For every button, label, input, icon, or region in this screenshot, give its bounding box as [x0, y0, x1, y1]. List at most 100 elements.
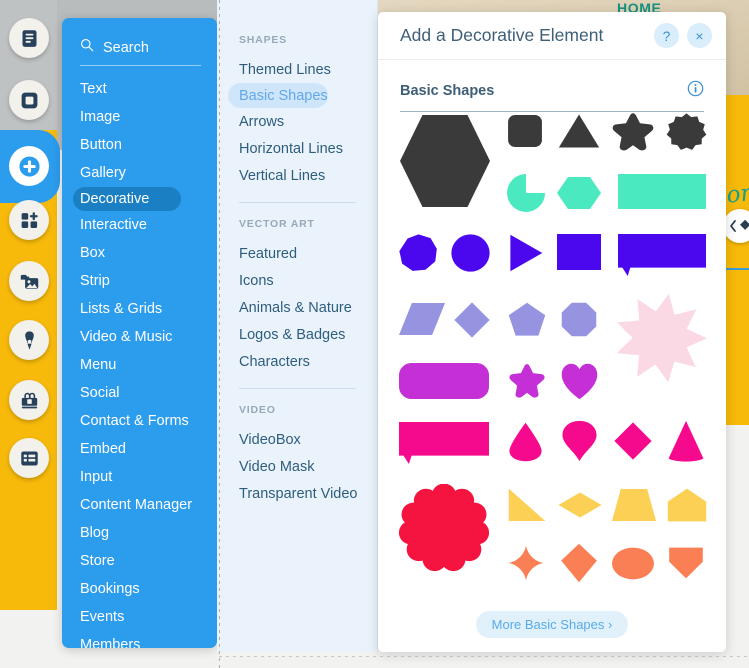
- shape-pentagon[interactable]: [508, 302, 546, 337]
- flyout-item-button[interactable]: Button: [62, 131, 217, 159]
- shape-pac-circle[interactable]: [507, 174, 545, 212]
- shape-ellipse-coral[interactable]: [612, 547, 654, 580]
- shape-hexagon-small[interactable]: [557, 176, 601, 210]
- shape-parallelogram[interactable]: [399, 302, 445, 336]
- shape-play-triangle[interactable]: [509, 234, 543, 272]
- flyout-item-video-music[interactable]: Video & Music: [62, 323, 217, 351]
- shape-triangle[interactable]: [558, 113, 600, 149]
- flyout-item-label: Bookings: [80, 581, 140, 597]
- star-magenta-glyph: [509, 364, 545, 398]
- plus-icon: [18, 155, 40, 177]
- flyout-item-text[interactable]: Text: [62, 75, 217, 103]
- shape-speech-bubble-pink[interactable]: [399, 422, 489, 464]
- shape-pin-pink[interactable]: [561, 420, 598, 462]
- shape-four-point-star[interactable]: [508, 545, 544, 581]
- shape-kite-coral[interactable]: [560, 543, 598, 583]
- search-input[interactable]: [103, 39, 201, 56]
- category-item-transparent-video[interactable]: Transparent Video: [239, 480, 377, 507]
- shape-hexagon-large[interactable]: [400, 112, 490, 210]
- category-item-characters[interactable]: Characters: [239, 348, 377, 375]
- flyout-item-social[interactable]: Social: [62, 379, 217, 407]
- flyout-item-image[interactable]: Image: [62, 103, 217, 131]
- category-item-horizontal-lines[interactable]: Horizontal Lines: [239, 135, 377, 162]
- circle-blue-glyph: [451, 234, 490, 272]
- close-button[interactable]: ×: [687, 23, 712, 48]
- flyout-item-store[interactable]: Store: [62, 547, 217, 575]
- flyout-item-events[interactable]: Events: [62, 603, 217, 631]
- shape-diamond-peri[interactable]: [454, 302, 490, 338]
- category-item-featured[interactable]: Featured: [239, 240, 377, 267]
- hexagon-large-glyph: [400, 114, 490, 208]
- rail-item-blog[interactable]: [9, 320, 49, 360]
- shape-diamond-pink[interactable]: [614, 422, 652, 460]
- shape-octagon[interactable]: [561, 302, 597, 337]
- category-item-label: Featured: [239, 245, 298, 262]
- flyout-item-contact-forms[interactable]: Contact & Forms: [62, 407, 217, 435]
- shape-house-gold[interactable]: [667, 488, 707, 522]
- flyout-item-lists-grids[interactable]: Lists & Grids: [62, 295, 217, 323]
- shape-rounded-square[interactable]: [507, 114, 543, 148]
- shape-rounded-rect-mag[interactable]: [399, 363, 489, 399]
- droplet-pink-glyph: [509, 422, 542, 462]
- category-item-icons[interactable]: Icons: [239, 267, 377, 294]
- shape-star-magenta[interactable]: [508, 363, 546, 399]
- shape-cone-pink[interactable]: [667, 420, 705, 462]
- search-row[interactable]: [80, 38, 201, 66]
- flyout-item-interactive[interactable]: Interactive: [62, 211, 217, 239]
- rail-item-layout[interactable]: [9, 80, 49, 120]
- flyout-item-members[interactable]: Members: [62, 631, 217, 648]
- category-item-basic-shapes[interactable]: Basic Shapes: [228, 83, 328, 108]
- flyout-item-input[interactable]: Input: [62, 463, 217, 491]
- help-button[interactable]: ?: [654, 23, 679, 48]
- trapezoid-gold-glyph: [612, 489, 656, 521]
- category-item-video-mask[interactable]: Video Mask: [239, 453, 377, 480]
- shape-blob-circle[interactable]: [666, 113, 707, 151]
- shape-star-rounded[interactable]: [611, 112, 655, 152]
- flyout-item-menu[interactable]: Menu: [62, 351, 217, 379]
- rail-item-database[interactable]: [9, 438, 49, 478]
- rail-item-add-element[interactable]: [9, 146, 49, 186]
- shape-circle-blue[interactable]: [451, 234, 490, 272]
- info-icon[interactable]: [687, 80, 704, 102]
- shape-rectangle-aqua[interactable]: [618, 174, 706, 209]
- flyout-item-content-manager[interactable]: Content Manager: [62, 491, 217, 519]
- rhombus-gold-glyph: [558, 492, 602, 518]
- shape-droplet-pink[interactable]: [508, 422, 543, 462]
- flyout-item-decorative[interactable]: Decorative: [73, 187, 181, 211]
- flyout-item-embed[interactable]: Embed: [62, 435, 217, 463]
- shape-trapezoid-gold[interactable]: [612, 488, 656, 522]
- rail-item-add-apps[interactable]: [9, 200, 49, 240]
- category-item-label: Characters: [239, 353, 310, 370]
- heart-magenta-glyph: [561, 363, 598, 400]
- shape-rhombus-gold[interactable]: [558, 492, 602, 518]
- flyout-item-label: Strip: [80, 273, 110, 289]
- app-root: HOME More: [0, 0, 749, 668]
- flyout-item-gallery[interactable]: Gallery: [62, 159, 217, 187]
- shape-heart-magenta[interactable]: [561, 363, 598, 400]
- category-item-arrows[interactable]: Arrows: [239, 108, 377, 135]
- speech-bubble-pink-glyph: [399, 422, 489, 464]
- category-item-animals-nature[interactable]: Animals & Nature: [239, 294, 377, 321]
- shape-speech-bubble-blue[interactable]: [618, 234, 706, 276]
- category-item-vertical-lines[interactable]: Vertical Lines: [239, 162, 377, 189]
- rail-item-media[interactable]: [9, 261, 49, 301]
- category-item-videobox[interactable]: VideoBox: [239, 426, 377, 453]
- flyout-item-blog[interactable]: Blog: [62, 519, 217, 547]
- category-item-logos-badges[interactable]: Logos & Badges: [239, 321, 377, 348]
- flyout-item-bookings[interactable]: Bookings: [62, 575, 217, 603]
- shape-gem-coral[interactable]: [666, 547, 706, 579]
- flyout-item-strip[interactable]: Strip: [62, 267, 217, 295]
- rail-item-pages[interactable]: [9, 18, 49, 58]
- category-item-themed-lines[interactable]: Themed Lines: [239, 56, 377, 83]
- collapse-chevron-diamond-icon: [730, 219, 749, 232]
- more-basic-shapes-button[interactable]: More Basic Shapes ›: [475, 611, 629, 638]
- shape-starburst-blush[interactable]: [614, 293, 707, 383]
- shape-flower-red[interactable]: [399, 484, 489, 572]
- flyout-item-box[interactable]: Box: [62, 239, 217, 267]
- rail-item-marketing[interactable]: [9, 380, 49, 420]
- shape-square-blue[interactable]: [557, 234, 601, 270]
- marketing-icon: [21, 392, 37, 408]
- shape-nonagon-blue[interactable]: [399, 234, 438, 272]
- shape-right-triangle[interactable]: [508, 488, 546, 522]
- collapse-handle[interactable]: [723, 209, 749, 243]
